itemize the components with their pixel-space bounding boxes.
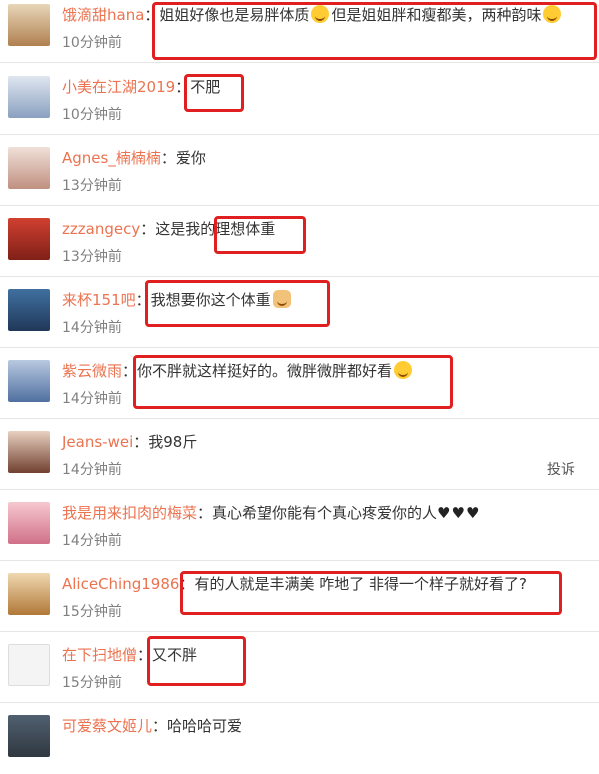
comment-text: 不肥 bbox=[190, 78, 221, 96]
comment-item: Agnes_楠楠楠：爱你 13分钟前 bbox=[0, 135, 599, 206]
colon: ： bbox=[179, 575, 195, 593]
username[interactable]: 在下扫地僧 bbox=[62, 646, 137, 664]
comment-item: 可爱蔡文姬儿：哈哈哈可爱 bbox=[0, 703, 599, 774]
tongue-face-icon bbox=[311, 5, 330, 23]
timestamp: 14分钟前 bbox=[62, 462, 122, 478]
report-button[interactable]: 投诉 bbox=[547, 461, 575, 479]
timestamp: 10分钟前 bbox=[62, 35, 122, 51]
username[interactable]: 饿滴甜hana bbox=[62, 6, 144, 24]
comment-item: AliceChing1986：有的人就是丰满美 咋地了 非得一个样子就好看了? … bbox=[0, 561, 599, 632]
timestamp: 14分钟前 bbox=[62, 533, 122, 549]
timestamp: 13分钟前 bbox=[62, 249, 122, 265]
comment-line: 紫云微雨：你不胖就这样挺好的。微胖微胖都好看 bbox=[62, 361, 414, 381]
comment-text: 又不胖 bbox=[152, 646, 198, 664]
colon: ： bbox=[152, 717, 168, 735]
colon: ： bbox=[122, 362, 138, 380]
colon: ： bbox=[140, 220, 156, 238]
comment-text: 你不胖就这样挺好的。微胖微胖都好看 bbox=[137, 362, 393, 380]
colon: ： bbox=[133, 433, 149, 451]
comment-line: 可爱蔡文姬儿：哈哈哈可爱 bbox=[62, 716, 242, 736]
comment-item: 饿滴甜hana：姐姐好像也是易胖体质 但是姐姐胖和瘦都美，两种韵味 10分钟前 bbox=[0, 0, 599, 63]
comment-line: Agnes_楠楠楠：爱你 bbox=[62, 148, 206, 168]
colon: ： bbox=[175, 78, 191, 96]
username[interactable]: 小美在江湖2019 bbox=[62, 78, 175, 96]
username[interactable]: 我是用来扣肉的梅菜 bbox=[62, 504, 197, 522]
comment-item: 来杯151吧：我想要你这个体重 14分钟前 bbox=[0, 277, 599, 348]
colon: ： bbox=[144, 6, 160, 24]
comment-item: 我是用来扣肉的梅菜：真心希望你能有个真心疼爱你的人♥♥♥ 14分钟前 bbox=[0, 490, 599, 561]
timestamp: 15分钟前 bbox=[62, 604, 122, 620]
colon: ： bbox=[137, 646, 153, 664]
username[interactable]: AliceChing1986 bbox=[62, 575, 179, 593]
colon: ： bbox=[135, 291, 151, 309]
comment-text-highlighted: 理想体重 bbox=[215, 220, 276, 238]
username[interactable]: 紫云微雨 bbox=[62, 362, 122, 380]
comment-line: AliceChing1986：有的人就是丰满美 咋地了 非得一个样子就好看了? bbox=[62, 574, 527, 594]
username[interactable]: 来杯151吧 bbox=[62, 291, 136, 309]
avatar[interactable] bbox=[8, 147, 50, 189]
avatar[interactable] bbox=[8, 715, 50, 757]
avatar[interactable] bbox=[8, 4, 50, 46]
comment-text: 我98斤 bbox=[148, 433, 198, 451]
timestamp: 13分钟前 bbox=[62, 178, 122, 194]
comment-line: 小美在江湖2019：不肥 bbox=[62, 77, 220, 97]
comment-item: zzzangecy：这是我的理想体重 13分钟前 bbox=[0, 206, 599, 277]
comment-text: 有的人就是丰满美 咋地了 非得一个样子就好看了? bbox=[194, 575, 527, 593]
comment-line: 来杯151吧：我想要你这个体重 bbox=[62, 290, 293, 310]
comment-item: 小美在江湖2019：不肥 10分钟前 bbox=[0, 64, 599, 135]
comment-item: Jeans-wei：我98斤 14分钟前 投诉 bbox=[0, 419, 599, 490]
timestamp: 14分钟前 bbox=[62, 320, 122, 336]
comment-item: 在下扫地僧：又不胖 15分钟前 bbox=[0, 632, 599, 703]
comment-line: 饿滴甜hana：姐姐好像也是易胖体质 但是姐姐胖和瘦都美，两种韵味 bbox=[62, 5, 563, 25]
comment-text-continued: 但是姐姐胖和瘦都美，两种韵味 bbox=[331, 6, 542, 24]
black-heart-icons: ♥♥♥ bbox=[437, 504, 481, 522]
colon: ： bbox=[160, 149, 176, 167]
comment-text: 姐姐好像也是易胖体质 bbox=[159, 6, 310, 24]
username[interactable]: 可爱蔡文姬儿 bbox=[62, 717, 152, 735]
kiss-face-icon bbox=[543, 5, 562, 23]
avatar[interactable] bbox=[8, 76, 50, 118]
comment-line: 我是用来扣肉的梅菜：真心希望你能有个真心疼爱你的人♥♥♥ bbox=[62, 503, 480, 523]
avatar[interactable] bbox=[8, 360, 50, 402]
comment-text: 这是我的 bbox=[155, 220, 216, 238]
username[interactable]: Jeans-wei bbox=[62, 433, 133, 451]
comment-text: 哈哈哈可爱 bbox=[167, 717, 243, 735]
avatar[interactable] bbox=[8, 502, 50, 544]
avatar[interactable] bbox=[8, 218, 50, 260]
username[interactable]: Agnes_楠楠楠 bbox=[62, 149, 161, 167]
colon: ： bbox=[197, 504, 213, 522]
avatar[interactable] bbox=[8, 644, 50, 686]
comment-line: Jeans-wei：我98斤 bbox=[62, 432, 197, 452]
avatar[interactable] bbox=[8, 573, 50, 615]
comment-text: 我想要你这个体重 bbox=[150, 291, 271, 309]
avatar[interactable] bbox=[8, 431, 50, 473]
comment-line: 在下扫地僧：又不胖 bbox=[62, 645, 197, 665]
comment-line: zzzangecy：这是我的理想体重 bbox=[62, 219, 275, 239]
comment-text: 爱你 bbox=[175, 149, 206, 167]
username[interactable]: zzzangecy bbox=[62, 220, 140, 238]
comment-item: 紫云微雨：你不胖就这样挺好的。微胖微胖都好看 14分钟前 bbox=[0, 348, 599, 419]
comment-text: 真心希望你能有个真心疼爱你的人 bbox=[212, 504, 438, 522]
smile-face-icon bbox=[394, 361, 413, 379]
timestamp: 15分钟前 bbox=[62, 675, 122, 691]
cat-face-icon bbox=[272, 290, 291, 308]
timestamp: 10分钟前 bbox=[62, 107, 122, 123]
avatar[interactable] bbox=[8, 289, 50, 331]
timestamp: 14分钟前 bbox=[62, 391, 122, 407]
